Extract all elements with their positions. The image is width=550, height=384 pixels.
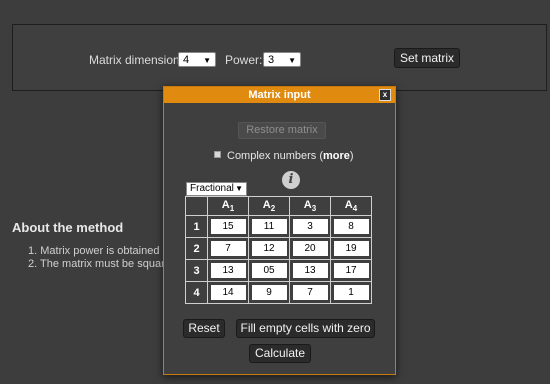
matrix-row: 2 7 12 20 19 [185, 237, 372, 260]
calculate-button[interactable]: Calculate [249, 344, 311, 363]
column-header: A3 [289, 196, 331, 216]
matrix-corner [185, 196, 208, 216]
matrix-input-dialog: Matrix input x Restore matrix Complex nu… [163, 86, 396, 375]
more-link[interactable]: more [323, 150, 350, 162]
matrix-cell-input[interactable]: 17 [333, 262, 369, 278]
matrix-cell-input[interactable]: 14 [210, 284, 246, 300]
column-header: A2 [248, 196, 290, 216]
close-icon[interactable]: x [379, 89, 391, 101]
complex-numbers-option: Complex numbers (more) [214, 150, 354, 162]
matrix-header-row: A1 A2 A3 A4 [185, 196, 372, 216]
power-label: Power: [225, 53, 263, 67]
row-header: 3 [185, 259, 208, 282]
about-item: 1. Matrix power is obtained b [28, 245, 169, 257]
reset-button[interactable]: Reset [183, 319, 225, 338]
matrix-cell-input[interactable]: 15 [210, 218, 246, 234]
about-item: 2. The matrix must be square [28, 258, 171, 270]
matrix-cell-input[interactable]: 05 [251, 262, 287, 278]
matrix-cell-input[interactable]: 1 [333, 284, 369, 300]
complex-numbers-checkbox[interactable] [214, 151, 221, 158]
column-header: A1 [207, 196, 249, 216]
number-format-select[interactable]: Fractional ▼ [186, 182, 247, 196]
info-icon[interactable]: i [282, 171, 300, 189]
row-header: 4 [185, 281, 208, 304]
matrix-dimension-select[interactable]: 4 ▼ [178, 52, 216, 67]
matrix-row: 4 14 9 7 1 [185, 281, 372, 304]
restore-matrix-button[interactable]: Restore matrix [238, 122, 326, 139]
power-select[interactable]: 3 ▼ [263, 52, 301, 67]
matrix-cell-input[interactable]: 3 [292, 218, 328, 234]
matrix-row: 3 13 05 13 17 [185, 259, 372, 282]
number-format-value: Fractional [190, 183, 234, 194]
dropdown-arrow-icon: ▼ [203, 56, 211, 65]
matrix-cell-input[interactable]: 19 [333, 240, 369, 256]
matrix-table: A1 A2 A3 A4 1 15 11 3 8 2 7 12 20 19 3 1… [185, 196, 372, 304]
matrix-dimension-label: Matrix dimension: [89, 53, 184, 67]
dropdown-arrow-icon: ▼ [288, 56, 296, 65]
dialog-title: Matrix input [248, 89, 311, 101]
about-list: 1. Matrix power is obtained b 2. The mat… [28, 245, 171, 271]
matrix-row: 1 15 11 3 8 [185, 215, 372, 238]
matrix-cell-input[interactable]: 11 [251, 218, 287, 234]
row-header: 1 [185, 215, 208, 238]
column-header: A4 [330, 196, 372, 216]
row-header: 2 [185, 237, 208, 260]
matrix-cell-input[interactable]: 7 [210, 240, 246, 256]
set-matrix-button[interactable]: Set matrix [394, 48, 460, 68]
power-value: 3 [268, 54, 275, 66]
fill-empty-cells-button[interactable]: Fill empty cells with zero [236, 319, 375, 338]
matrix-cell-input[interactable]: 7 [292, 284, 328, 300]
dropdown-arrow-icon: ▼ [235, 184, 243, 193]
matrix-cell-input[interactable]: 9 [251, 284, 287, 300]
settings-panel: Matrix dimension: 4 ▼ Power: 3 ▼ Set mat… [12, 24, 547, 91]
dialog-titlebar[interactable]: Matrix input x [164, 87, 395, 103]
matrix-cell-input[interactable]: 13 [292, 262, 328, 278]
matrix-cell-input[interactable]: 20 [292, 240, 328, 256]
complex-close-paren: ) [349, 150, 354, 162]
matrix-dimension-value: 4 [183, 54, 190, 66]
about-title: About the method [12, 220, 124, 235]
matrix-cell-input[interactable]: 13 [210, 262, 246, 278]
matrix-cell-input[interactable]: 8 [333, 218, 369, 234]
complex-numbers-label: Complex numbers ( [227, 150, 323, 162]
matrix-cell-input[interactable]: 12 [251, 240, 287, 256]
